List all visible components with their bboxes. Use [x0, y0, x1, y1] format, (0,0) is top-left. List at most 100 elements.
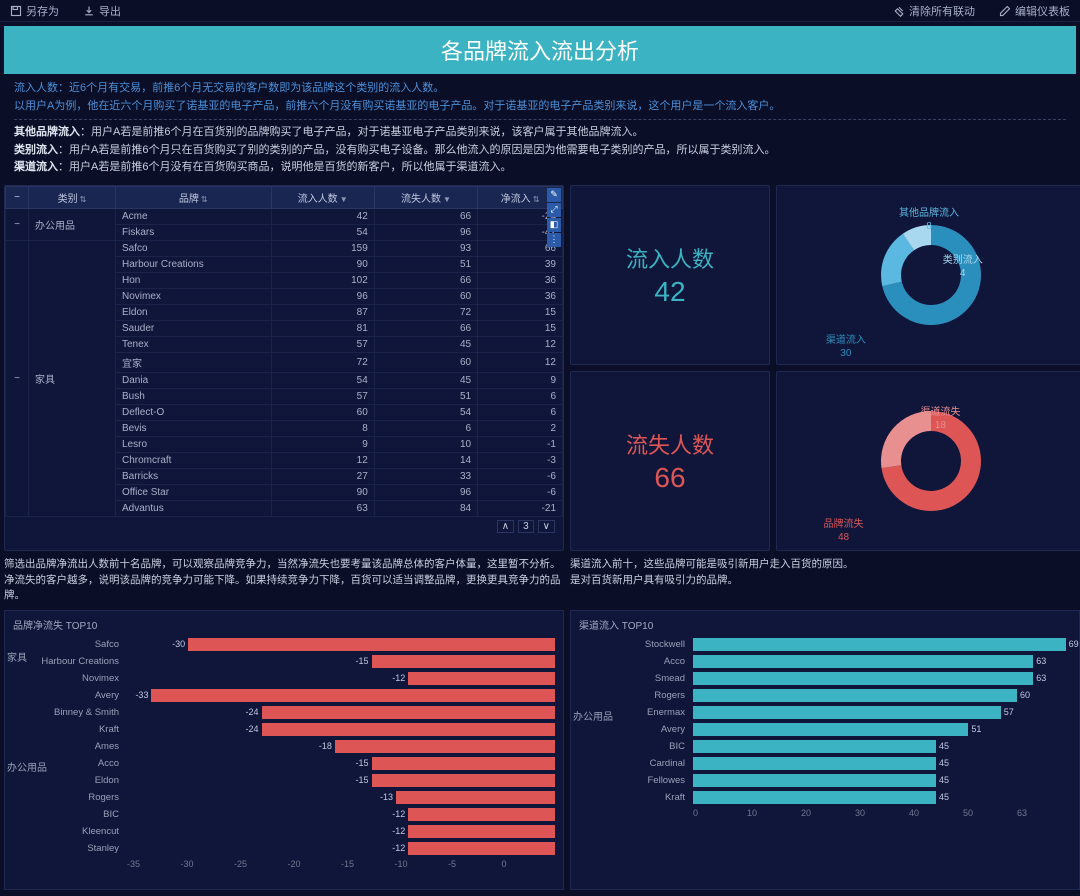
brand-cell: Hon	[116, 272, 272, 288]
brand-cell: Safco	[116, 240, 272, 256]
outflow-cell: 6	[374, 420, 477, 436]
outflow-stat-card[interactable]: 流失人数 66	[570, 371, 770, 551]
bar-row[interactable]: Rogers-13	[13, 789, 555, 806]
bar-label: BIC	[13, 809, 123, 820]
export-button[interactable]: 导出	[83, 3, 121, 19]
bar-label: Ames	[13, 741, 123, 752]
bar-value: 57	[1001, 706, 1014, 719]
bar-label: Fellowes	[579, 775, 689, 786]
bar-value: 63	[1033, 655, 1046, 668]
brand-table[interactable]: −类别⇅品牌⇅流入人数▼流失人数▼净流入⇅ −办公用品Acme4266-24Fi…	[5, 186, 563, 517]
collapse-all-icon[interactable]: −	[12, 192, 22, 203]
bar-row[interactable]: Fellowes 45	[579, 772, 1071, 789]
inflow-cell: 90	[271, 484, 374, 500]
bar-value: 60	[1017, 689, 1030, 702]
more-tool-icon[interactable]: ⋮	[547, 233, 561, 247]
save-as-button[interactable]: 另存为	[10, 3, 59, 19]
net-cell: -21	[478, 500, 563, 516]
inflow-label: 流入人数	[626, 242, 714, 274]
bar-label: Harbour Creations	[13, 656, 123, 667]
edit-dashboard-button[interactable]: 编辑仪表板	[999, 3, 1070, 19]
bar-value: -12	[392, 842, 408, 855]
bar-value: -12	[392, 672, 408, 685]
bar-row[interactable]: Enermax57	[579, 704, 1071, 721]
collapse-group-icon[interactable]: −	[12, 219, 22, 230]
inflow-cell: 96	[271, 288, 374, 304]
bar-value: 51	[968, 723, 981, 736]
bar-row[interactable]: Smead63	[579, 670, 1071, 687]
top-toolbar: 另存为 导出 清除所有联动 编辑仪表板	[0, 0, 1080, 22]
outflow-donut-card[interactable]: 品牌流失48渠道流失18	[776, 371, 1080, 551]
pager-next[interactable]: ∨	[538, 520, 555, 533]
brand-cell: Harbour Creations	[116, 256, 272, 272]
outflow-cell: 66	[374, 272, 477, 288]
net-cell: 39	[478, 256, 563, 272]
bar-value: 69	[1066, 638, 1079, 651]
bar-row[interactable]: Stockwell69	[579, 636, 1071, 653]
bar-row[interactable]: Kraft45	[579, 789, 1071, 806]
pager-page[interactable]: 3	[518, 520, 534, 533]
edit-dashboard-label: 编辑仪表板	[1015, 3, 1070, 19]
bar-row[interactable]: Rogers 60	[579, 687, 1071, 704]
bar-label: Binney & Smith	[13, 707, 123, 718]
pager-prev[interactable]: ∧	[497, 520, 514, 533]
net-loss-top10-chart[interactable]: 品牌净流失 TOP10Safco-30Harbour Creations-15N…	[4, 610, 564, 890]
bar-row[interactable]: BIC45	[579, 738, 1071, 755]
category-cell: 家具	[29, 240, 116, 516]
bar-row[interactable]: Ames-18	[13, 738, 555, 755]
bar-label: BIC	[579, 741, 689, 752]
outflow-cell: 96	[374, 224, 477, 240]
collapse-group-icon[interactable]: −	[12, 373, 22, 384]
table-row[interactable]: −家具Safco1599366	[6, 240, 563, 256]
expand-tool-icon[interactable]: ⤢	[547, 203, 561, 217]
table-row[interactable]: −办公用品Acme4266-24	[6, 208, 563, 224]
th-category[interactable]: 类别⇅	[29, 186, 116, 208]
channel-inflow-top10-chart[interactable]: 渠道流入 TOP10Stockwell69Acco63Smead63Rogers…	[570, 610, 1080, 890]
bar-label: Rogers	[579, 690, 689, 701]
page-title: 各品牌流入流出分析	[4, 26, 1076, 74]
save-icon	[10, 5, 22, 17]
brand-cell: Bush	[116, 388, 272, 404]
th-inflow[interactable]: 流入人数▼	[271, 186, 374, 208]
clear-link-label: 清除所有联动	[909, 3, 975, 19]
bar-value: 45	[936, 757, 949, 770]
bar-row[interactable]: Avery51	[579, 721, 1071, 738]
bar-row[interactable]: Kleencut-12	[13, 823, 555, 840]
brand-cell: Acme	[116, 208, 272, 224]
bar-row[interactable]: Acco-15	[13, 755, 555, 772]
bar-label: Stockwell	[579, 639, 689, 650]
bar-row[interactable]: Stanley-12	[13, 840, 555, 857]
bar-label: Novimex	[13, 673, 123, 684]
bar-row[interactable]: Cardinal45	[579, 755, 1071, 772]
bar-row[interactable]: Avery-33	[13, 687, 555, 704]
bar-value: 45	[936, 774, 949, 787]
bar-row[interactable]: Safco-30	[13, 636, 555, 653]
outflow-cell: 66	[374, 320, 477, 336]
save-as-label: 另存为	[26, 3, 59, 19]
bar-row[interactable]: Acco63	[579, 653, 1071, 670]
desc-line1: 近6个月有交易，前推6个月无交易的客户数即为该品牌这个类别的流入人数。	[69, 82, 444, 94]
inflow-cell: 102	[271, 272, 374, 288]
clear-link-button[interactable]: 清除所有联动	[893, 3, 975, 19]
inflow-cell: 87	[271, 304, 374, 320]
th-brand[interactable]: 品牌⇅	[116, 186, 272, 208]
filter-tool-icon[interactable]: ◧	[547, 218, 561, 232]
bar-value: -12	[392, 825, 408, 838]
bar-row[interactable]: Eldon-15	[13, 772, 555, 789]
th-outflow[interactable]: 流失人数▼	[374, 186, 477, 208]
bar-row[interactable]: BIC-12	[13, 806, 555, 823]
bar-row[interactable]: Novimex -12	[13, 670, 555, 687]
outflow-cell: 72	[374, 304, 477, 320]
inflow-donut-card[interactable]: 渠道流入30其他品牌流入8类别流入4	[776, 185, 1080, 365]
bar-value: -24	[245, 706, 261, 719]
bar-row[interactable]: Binney & Smith -24	[13, 704, 555, 721]
edit-tool-icon[interactable]: ✎	[547, 188, 561, 202]
bar-row[interactable]: Harbour Creations-15	[13, 653, 555, 670]
inflow-stat-card[interactable]: 流入人数 42	[570, 185, 770, 365]
outflow-cell: 96	[374, 484, 477, 500]
brand-cell: Advantus	[116, 500, 272, 516]
bar-value: -24	[245, 723, 261, 736]
outflow-cell: 84	[374, 500, 477, 516]
bar-row[interactable]: Kraft-24	[13, 721, 555, 738]
clear-icon	[893, 5, 905, 17]
